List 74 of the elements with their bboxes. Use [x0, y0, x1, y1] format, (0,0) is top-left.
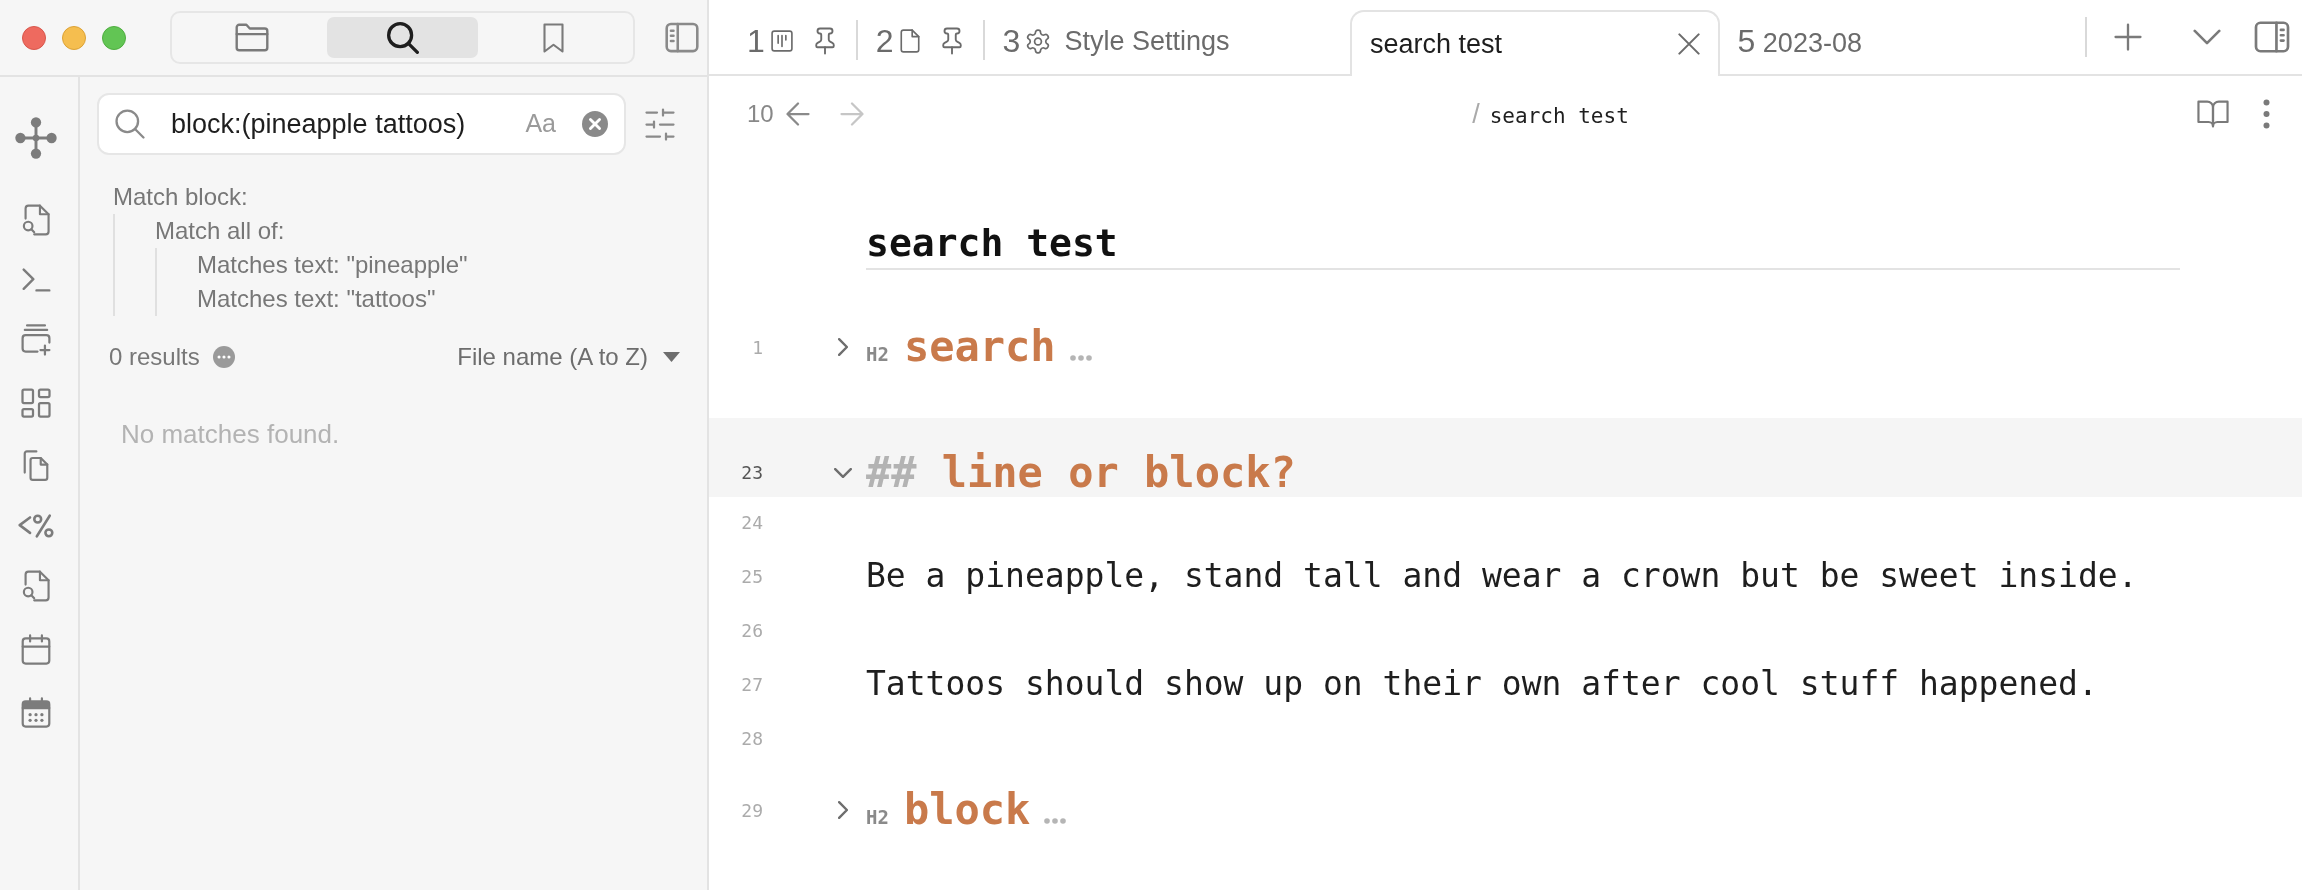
percent-tag-icon[interactable]	[18, 514, 54, 538]
graph-icon[interactable]	[14, 116, 58, 160]
sidebar-toggle-icon[interactable]	[665, 22, 699, 53]
file-search-icon[interactable]	[22, 570, 50, 602]
close-icon[interactable]	[1677, 33, 1700, 55]
line-number: 1	[751, 335, 763, 360]
note-title: search test	[866, 220, 1118, 266]
query-term: Matches text: "tattoos"	[197, 284, 436, 314]
plus-icon[interactable]	[2114, 23, 2142, 51]
heading-level-label: H2	[866, 342, 889, 367]
heading-text: search	[903, 322, 1056, 372]
close-window-icon[interactable]	[22, 25, 46, 50]
empty-message: No matches found.	[121, 418, 340, 451]
dashboard-icon[interactable]	[21, 388, 51, 418]
clear-search-icon[interactable]	[582, 111, 608, 137]
tab[interactable]: 5 2023-08	[1719, 8, 2085, 74]
paragraph-text: Tattoos should show up on their own after cool stuff happened.	[866, 663, 2098, 705]
result-count: 0 results	[109, 342, 200, 372]
line-number: 27	[740, 672, 763, 697]
maximize-window-icon[interactable]	[102, 25, 126, 50]
more-options-icon[interactable]	[2263, 99, 2270, 129]
paragraph-text: Be a pineapple, stand tall and wear a crown but be sweet inside.	[866, 555, 2138, 597]
bookmark-icon	[543, 22, 564, 53]
tab[interactable]: 3 Style Settings	[984, 8, 1351, 74]
query-term: Match block:	[113, 182, 248, 212]
kanban-icon	[770, 30, 793, 52]
sidebar-tab[interactable]	[327, 17, 478, 58]
sidebar-toggle-icon[interactable]	[2254, 21, 2290, 53]
breadcrumb-title[interactable]: search test	[1489, 100, 1629, 133]
sort-dropdown[interactable]: File name (A to Z)	[457, 340, 680, 374]
query-term: Matches text: "pineapple"	[197, 250, 468, 280]
chevron-down-icon[interactable]	[834, 467, 852, 478]
line-number: 24	[740, 510, 763, 535]
tab[interactable]: 1	[729, 8, 856, 74]
heading-marker: ##	[866, 447, 917, 497]
search-icon	[115, 109, 145, 139]
heading-text: line or block?	[941, 447, 1296, 498]
ellipsis-icon[interactable]	[1069, 355, 1092, 361]
folder-icon	[234, 23, 269, 52]
file-icon	[899, 29, 920, 53]
breadcrumb-separator: /	[1472, 97, 1480, 131]
chevron-right-icon[interactable]	[838, 801, 848, 819]
query-term: Match all of:	[155, 216, 285, 246]
terminal-icon[interactable]	[21, 268, 51, 292]
book-icon[interactable]	[2197, 100, 2229, 128]
heading-text: block	[903, 785, 1031, 835]
more-options-icon[interactable]	[212, 346, 235, 368]
tab[interactable]: 2	[857, 8, 983, 74]
file-search-icon[interactable]	[22, 204, 50, 236]
stack-plus-icon[interactable]	[21, 324, 51, 356]
line-number: 29	[740, 798, 763, 823]
chevron-down-icon[interactable]	[2193, 29, 2221, 45]
heading-level-label: H2	[866, 805, 889, 830]
history-count: 10	[747, 99, 774, 129]
pin-icon[interactable]	[814, 27, 835, 55]
pin-icon[interactable]	[941, 27, 962, 55]
calendar-icon[interactable]	[21, 634, 51, 665]
line-number: 26	[740, 618, 763, 643]
settings-icon	[1026, 28, 1051, 54]
tab[interactable]: search test	[1350, 10, 1720, 76]
back-arrow-icon[interactable]	[785, 102, 810, 126]
line-number: 28	[740, 726, 763, 751]
search-field[interactable]: block:(pineapple tattoos) Aa	[97, 93, 626, 155]
line-number: 23	[740, 461, 763, 485]
ellipsis-icon[interactable]	[1044, 818, 1067, 824]
match-case-toggle[interactable]: Aa	[525, 105, 556, 143]
copy-icon[interactable]	[23, 450, 49, 482]
minimize-window-icon[interactable]	[62, 25, 86, 50]
line-number: 25	[740, 564, 763, 589]
search-icon	[386, 21, 419, 54]
sliders-icon[interactable]	[645, 107, 675, 141]
calendar-icon[interactable]	[21, 697, 51, 728]
caret-icon	[663, 352, 680, 362]
chevron-right-icon[interactable]	[838, 338, 848, 356]
